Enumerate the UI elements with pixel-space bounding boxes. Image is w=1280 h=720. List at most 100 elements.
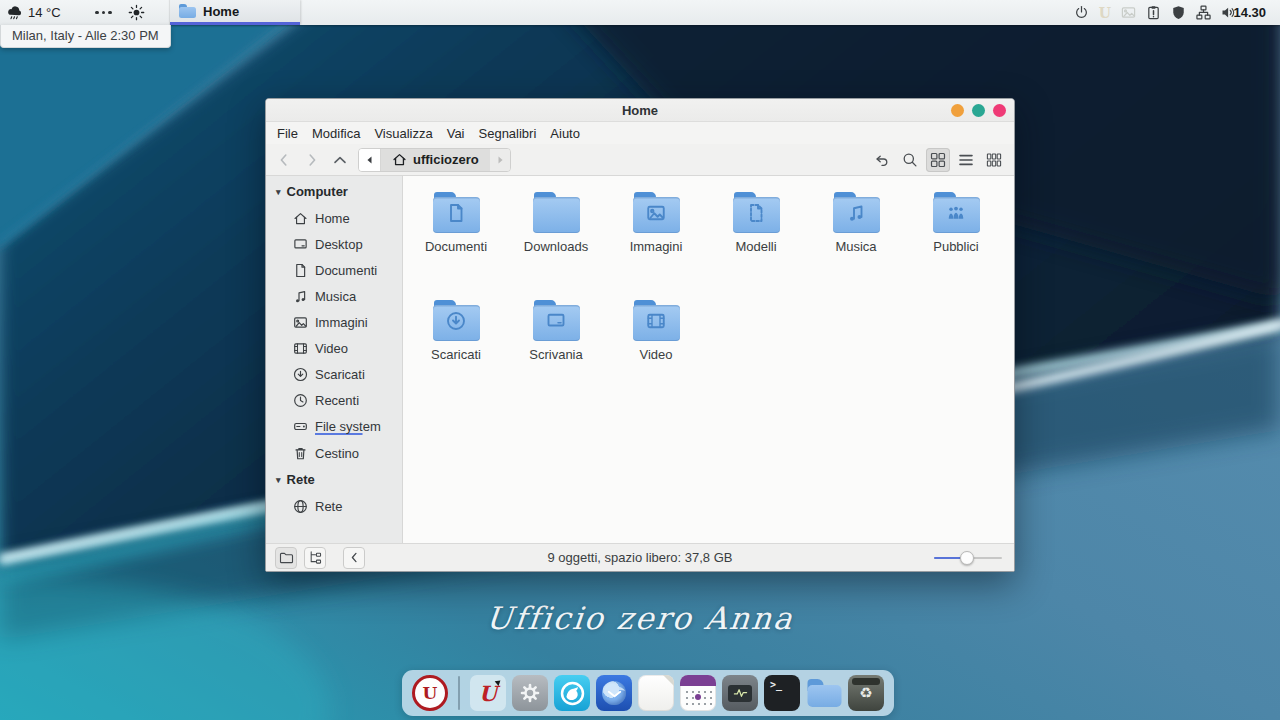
toolbar: ufficiozero — [266, 144, 1014, 176]
weather-cloud-rain-icon — [6, 4, 23, 21]
clipboard-icon[interactable] — [1146, 5, 1161, 20]
breadcrumb-location-button[interactable]: ufficiozero — [381, 149, 490, 171]
file-item-musica[interactable]: Musica — [806, 190, 906, 298]
window-minimize-button[interactable] — [951, 104, 964, 117]
menu-vai[interactable]: Vai — [440, 126, 472, 141]
sidebar-item-label: Musica — [315, 289, 356, 304]
file-item-scrivania[interactable]: Scrivania — [506, 298, 606, 406]
top-panel: 14 °C Home U 14.30 — [0, 0, 1280, 25]
sidebar-section-label: Computer — [287, 184, 348, 199]
sidebar-item-video[interactable]: Video — [266, 335, 402, 361]
menu-visualizza[interactable]: Visualizza — [367, 126, 439, 141]
menu-launcher[interactable]: U — [470, 675, 506, 711]
sidebar-item-desktop[interactable]: Desktop — [266, 231, 402, 257]
zoom-slider-knob[interactable] — [960, 551, 974, 565]
folder-icon — [633, 192, 680, 233]
zoom-slider[interactable] — [934, 551, 1002, 565]
breadcrumb: ufficiozero — [358, 148, 511, 172]
file-item-scaricati[interactable]: Scaricati — [406, 298, 506, 406]
menu-segnalibri[interactable]: Segnalibri — [472, 126, 544, 141]
sidebar-item-scaricati[interactable]: Scaricati — [266, 361, 402, 387]
window-maximize-button[interactable] — [972, 104, 985, 117]
folder-icon — [433, 192, 480, 233]
music-emblem-icon — [846, 203, 866, 223]
window-titlebar[interactable]: Home — [266, 99, 1014, 122]
file-item-label: Modelli — [735, 239, 776, 254]
sidebar-item-home[interactable]: Home — [266, 205, 402, 231]
file-item-label: Immagini — [630, 239, 683, 254]
file-item-modelli[interactable]: Modelli — [706, 190, 806, 298]
panel-menu-dots-icon[interactable] — [95, 0, 112, 25]
breadcrumb-collapse-button[interactable] — [359, 149, 381, 171]
up-button[interactable] — [330, 150, 350, 170]
folder-icon — [733, 192, 780, 233]
desktop-signature: Ufficio zero Anna — [0, 600, 1280, 636]
mail-app[interactable] — [596, 675, 632, 711]
image-emblem-icon — [646, 203, 666, 223]
file-item-downloads[interactable]: Downloads — [506, 190, 606, 298]
file-manager-app[interactable] — [806, 675, 842, 711]
picture-icon[interactable] — [1121, 5, 1136, 20]
terminal-app[interactable]: >_ — [764, 675, 800, 711]
file-item-immagini[interactable]: Immagini — [606, 190, 706, 298]
sidebar-item-musica[interactable]: Musica — [266, 283, 402, 309]
documents-app[interactable] — [638, 675, 674, 711]
sidebar-item-cestino[interactable]: Cestino — [266, 440, 402, 466]
sidebar-item-label: Home — [315, 211, 350, 226]
sidebar-item-label: Immagini — [315, 315, 368, 330]
sidebar-item-rete[interactable]: Rete — [266, 493, 402, 519]
back-button[interactable] — [274, 150, 294, 170]
forward-button[interactable] — [302, 150, 322, 170]
menu-file[interactable]: File — [270, 126, 305, 141]
brightness-sun-icon[interactable] — [128, 0, 145, 25]
settings-app[interactable] — [512, 675, 548, 711]
web-browser-app[interactable] — [554, 675, 590, 711]
video-emblem-icon — [646, 311, 666, 331]
music-icon — [293, 289, 308, 304]
desktop-icon — [293, 237, 308, 252]
panel-clock[interactable]: 14.30 — [1233, 0, 1266, 25]
dock: UU >_ ♻ — [402, 670, 894, 716]
menu-modifica[interactable]: Modifica — [305, 126, 367, 141]
window-list-tab-home[interactable]: Home — [170, 0, 300, 25]
sidebar-item-file-system[interactable]: File system — [266, 413, 402, 440]
user-u-icon[interactable]: U — [1099, 5, 1111, 21]
sidebar-item-immagini[interactable]: Immagini — [266, 309, 402, 335]
folder-icon — [433, 300, 480, 341]
sidebar-item-documenti[interactable]: Documenti — [266, 257, 402, 283]
breadcrumb-expand-button[interactable] — [490, 149, 510, 171]
file-item-label: Pubblici — [933, 239, 979, 254]
search-icon[interactable] — [898, 148, 922, 172]
trash-app[interactable]: ♻ — [848, 675, 884, 711]
view-compact-button[interactable] — [982, 148, 1006, 172]
system-monitor-app[interactable] — [722, 675, 758, 711]
ufficiozero-launcher[interactable]: U — [412, 675, 448, 711]
view-grid-button[interactable] — [926, 148, 950, 172]
weather-widget[interactable]: 14 °C — [6, 0, 61, 25]
file-item-video[interactable]: Video — [606, 298, 706, 406]
menu-aiuto[interactable]: Aiuto — [543, 126, 587, 141]
network-icon[interactable] — [1196, 5, 1211, 20]
folder-icon — [833, 192, 880, 233]
sidebar-section-rete[interactable]: ▾Rete — [266, 466, 402, 493]
window-close-button[interactable] — [993, 104, 1006, 117]
sidebar-section-label: Rete — [287, 472, 315, 487]
sidebar-item-label: Recenti — [315, 393, 359, 408]
sidebar-item-recenti[interactable]: Recenti — [266, 387, 402, 413]
shield-icon[interactable] — [1171, 5, 1186, 20]
power-icon[interactable] — [1074, 5, 1089, 20]
template-emblem-icon — [746, 203, 766, 223]
planner-app[interactable] — [680, 675, 716, 711]
file-item-pubblici[interactable]: Pubblici — [906, 190, 1006, 298]
file-view: DocumentiDownloads Immagini Modelli Musica P… — [403, 176, 1014, 543]
file-item-documenti[interactable]: Documenti — [406, 190, 506, 298]
undo-icon[interactable] — [870, 148, 894, 172]
trash-icon — [293, 446, 308, 461]
breadcrumb-label: ufficiozero — [413, 152, 479, 167]
globe-icon — [293, 499, 308, 514]
download-icon — [293, 367, 308, 382]
system-tray: U — [1074, 0, 1236, 25]
sidebar-section-computer[interactable]: ▾Computer — [266, 178, 402, 205]
file-item-label: Scrivania — [529, 347, 582, 362]
view-list-button[interactable] — [954, 148, 978, 172]
